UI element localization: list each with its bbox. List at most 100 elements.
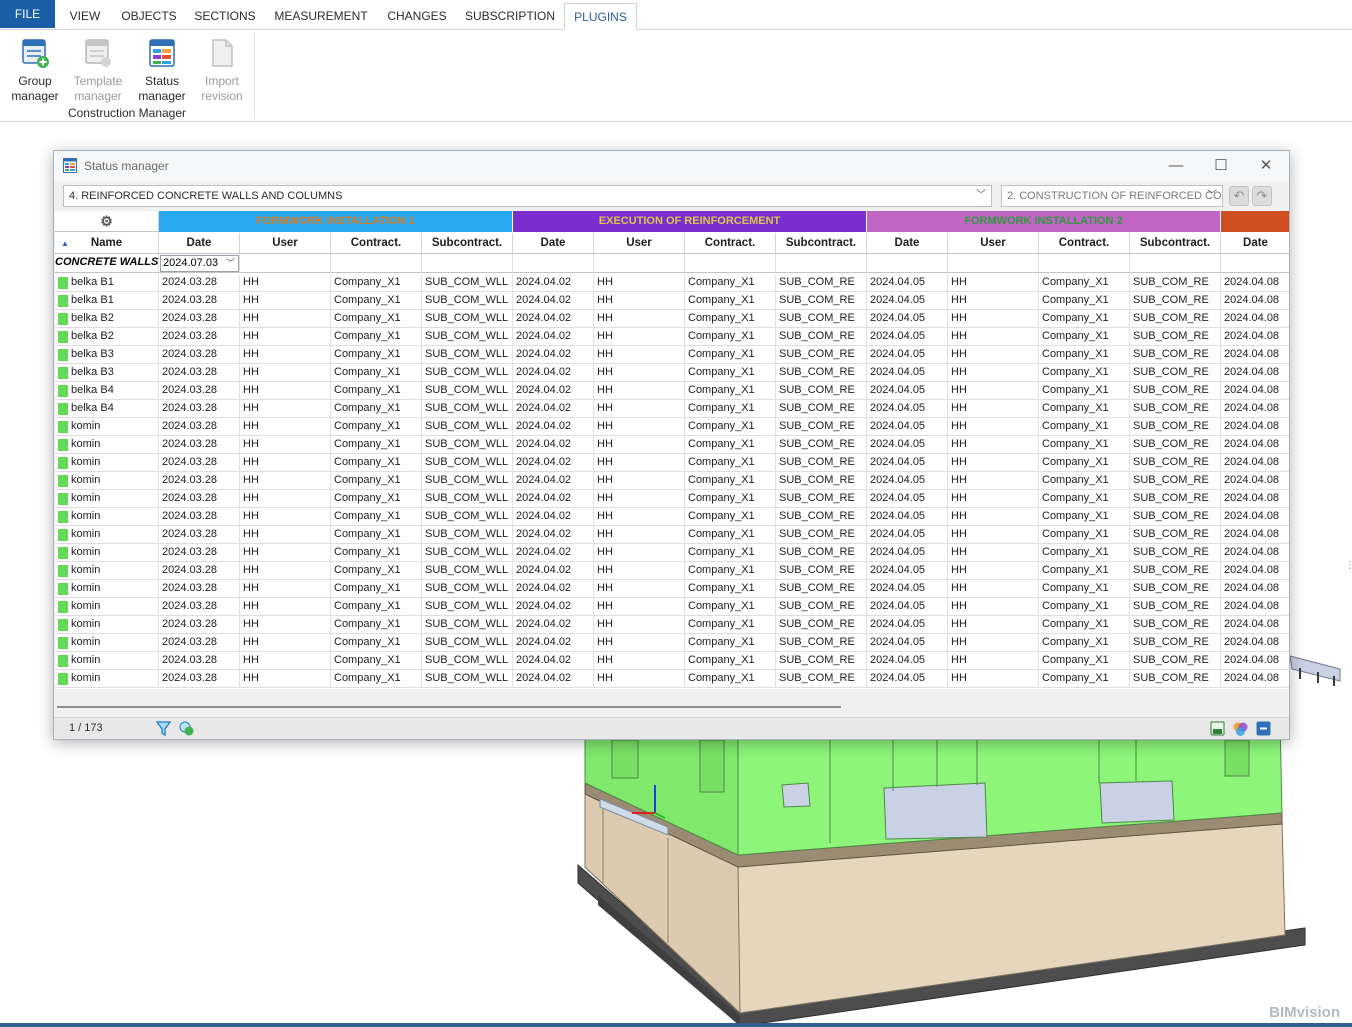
table-cell: Company_X1: [685, 400, 776, 418]
close-button[interactable]: ✕: [1243, 151, 1289, 181]
status-grid[interactable]: ⚙ FORMWORK INSTALLATION 1 EXECUTION OF REI…: [55, 211, 1289, 689]
chevron-down-icon[interactable]: ﹀: [226, 256, 235, 271]
element-name-cell[interactable]: komin: [55, 616, 159, 634]
column-filter[interactable]: [685, 254, 776, 273]
column-filter[interactable]: [422, 254, 513, 273]
phase-select[interactable]: 2. CONSTRUCTION OF REINFORCED CO ﹀: [1001, 185, 1223, 207]
element-name-cell[interactable]: belka B2: [55, 328, 159, 346]
element-name-cell[interactable]: komin: [55, 580, 159, 598]
table-cell: 2024.04.02: [513, 472, 594, 490]
tab-plugins[interactable]: PLUGINS: [564, 3, 637, 31]
element-name-cell[interactable]: komin: [55, 652, 159, 670]
column-header[interactable]: Contract.: [331, 233, 422, 254]
template-manager-button[interactable]: Template manager: [67, 34, 129, 106]
ribbon-group-separator: [254, 32, 255, 118]
element-name-cell[interactable]: komin: [55, 634, 159, 652]
scrollbar-thumb[interactable]: [57, 706, 841, 708]
table-cell: Company_X1: [685, 274, 776, 292]
element-name-cell[interactable]: komin: [55, 436, 159, 454]
group-manager-button[interactable]: Group manager: [5, 34, 65, 106]
element-name-cell[interactable]: belka B4: [55, 382, 159, 400]
table-cell: HH: [594, 544, 685, 562]
column-header[interactable]: Date: [159, 233, 240, 254]
export-excel-icon[interactable]: [1209, 720, 1226, 737]
column-header[interactable]: Subcontract.: [422, 233, 513, 254]
column-filter[interactable]: [776, 254, 867, 273]
column-filter[interactable]: [1130, 254, 1221, 273]
minimize-button[interactable]: —: [1153, 151, 1199, 181]
column-header[interactable]: Subcontract.: [1130, 233, 1221, 254]
column-header-name[interactable]: ▲ Name: [55, 233, 159, 254]
element-name-cell[interactable]: komin: [55, 544, 159, 562]
column-header[interactable]: User: [240, 233, 331, 254]
splitter-handle[interactable]: ⋮: [1345, 560, 1352, 580]
tab-file[interactable]: FILE: [0, 0, 55, 28]
element-name-cell[interactable]: belka B4: [55, 400, 159, 418]
column-header[interactable]: Contract.: [685, 233, 776, 254]
column-filter[interactable]: [1221, 254, 1289, 273]
column-header[interactable]: Date: [867, 233, 948, 254]
name-filter[interactable]: CONCRETE WALLS A: [55, 254, 159, 273]
tab-view[interactable]: VIEW: [58, 3, 112, 30]
element-name-cell[interactable]: belka B1: [55, 292, 159, 310]
table-cell: 2024.04.02: [513, 418, 594, 436]
column-header[interactable]: User: [948, 233, 1039, 254]
refresh-colors-icon[interactable]: [178, 720, 195, 737]
element-name-cell[interactable]: belka B1: [55, 274, 159, 292]
element-name-cell[interactable]: komin: [55, 490, 159, 508]
table-cell: HH: [948, 652, 1039, 670]
element-name: komin: [71, 546, 101, 558]
element-name-cell[interactable]: komin: [55, 562, 159, 580]
undo-button[interactable]: ↶: [1229, 186, 1249, 206]
table-cell: HH: [948, 382, 1039, 400]
column-filter[interactable]: [331, 254, 422, 273]
tab-changes[interactable]: CHANGES: [379, 3, 455, 30]
date-filter[interactable]: 2024.07.03 ﹀: [159, 254, 240, 273]
element-name-cell[interactable]: komin: [55, 472, 159, 490]
element-name-cell[interactable]: komin: [55, 598, 159, 616]
column-filter[interactable]: [513, 254, 594, 273]
element-name-cell[interactable]: komin: [55, 670, 159, 688]
column-filter[interactable]: [594, 254, 685, 273]
settings-gear-icon[interactable]: ⚙: [55, 211, 159, 232]
table-cell: SUB_COM_RE: [776, 544, 867, 562]
column-header[interactable]: Contract.: [1039, 233, 1130, 254]
maximize-button[interactable]: ☐: [1198, 151, 1244, 181]
date-filter-input[interactable]: 2024.07.03 ﹀: [160, 255, 239, 272]
table-cell: 2024.04.05: [867, 328, 948, 346]
tab-measurement[interactable]: MEASUREMENT: [266, 3, 376, 30]
tab-objects[interactable]: OBJECTS: [114, 3, 184, 30]
element-name: belka B2: [71, 312, 114, 324]
horizontal-scrollbar[interactable]: [55, 689, 1289, 717]
tab-subscription[interactable]: SUBSCRIPTION: [458, 3, 562, 30]
element-name-cell[interactable]: belka B3: [55, 346, 159, 364]
column-header[interactable]: Date: [513, 233, 594, 254]
table-cell: 2024.04.08: [1221, 328, 1289, 346]
collapse-icon[interactable]: [1255, 720, 1272, 737]
import-revision-button[interactable]: Import revision: [192, 34, 252, 106]
element-name-cell[interactable]: komin: [55, 526, 159, 544]
stage-select[interactable]: 4. REINFORCED CONCRETE WALLS AND COLUMNS…: [63, 185, 992, 207]
table-cell: 2024.03.28: [159, 364, 240, 382]
column-filter[interactable]: [1039, 254, 1130, 273]
element-name-cell[interactable]: komin: [55, 508, 159, 526]
filter-icon[interactable]: [155, 720, 172, 737]
element-name-cell[interactable]: komin: [55, 454, 159, 472]
tab-sections[interactable]: SECTIONS: [187, 3, 263, 30]
column-filter[interactable]: [240, 254, 331, 273]
column-filter[interactable]: [948, 254, 1039, 273]
window-titlebar[interactable]: Status manager — ☐ ✕: [54, 151, 1289, 181]
table-cell: Company_X1: [1039, 580, 1130, 598]
redo-button[interactable]: ↷: [1252, 186, 1272, 206]
color-legend-icon[interactable]: [1232, 720, 1249, 737]
column-filter[interactable]: [867, 254, 948, 273]
column-header[interactable]: Subcontract.: [776, 233, 867, 254]
column-header[interactable]: User: [594, 233, 685, 254]
table-cell: HH: [594, 418, 685, 436]
element-name-cell[interactable]: belka B3: [55, 364, 159, 382]
table-cell: SUB_COM_WLL: [422, 670, 513, 688]
column-header[interactable]: Date: [1221, 233, 1289, 254]
element-name-cell[interactable]: komin: [55, 418, 159, 436]
element-name-cell[interactable]: belka B2: [55, 310, 159, 328]
status-manager-button[interactable]: Status manager: [132, 34, 192, 106]
